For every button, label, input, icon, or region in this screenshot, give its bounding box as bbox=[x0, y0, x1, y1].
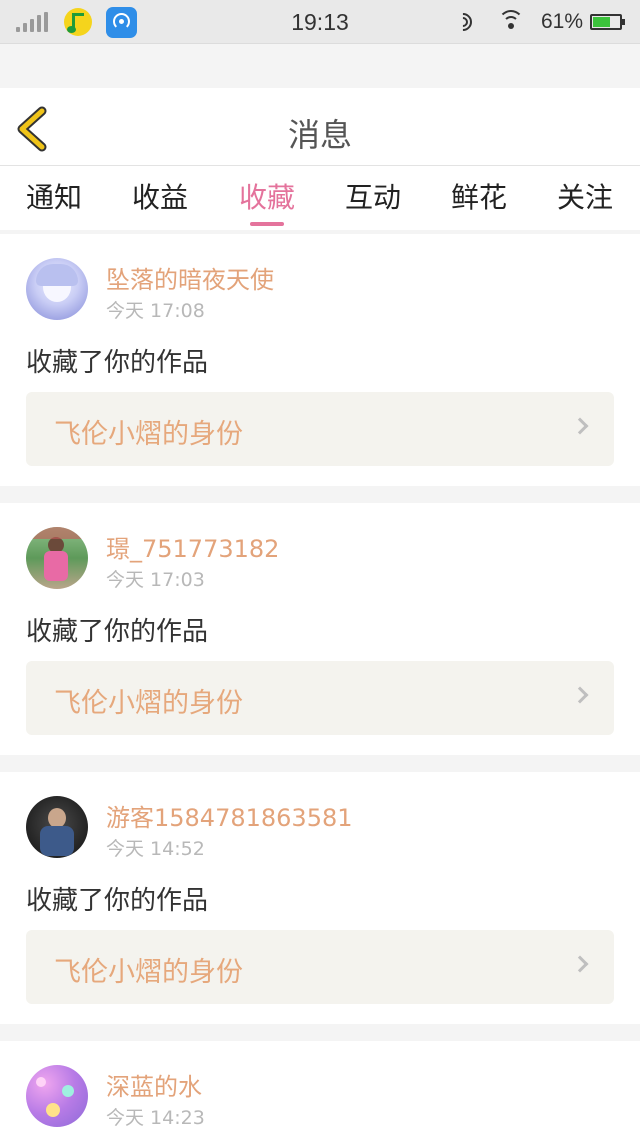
username[interactable]: 游客1584781863581 bbox=[106, 798, 353, 833]
action-text: 收藏了你的作品 bbox=[26, 886, 209, 916]
work-title: 飞伦小熠的身份 bbox=[54, 688, 243, 719]
work-link[interactable]: 飞伦小熠的身份 bbox=[26, 392, 614, 466]
page-title: 消息 bbox=[287, 116, 352, 154]
action-text: 收藏了你的作品 bbox=[26, 348, 209, 378]
app-header: 消息 bbox=[0, 88, 640, 166]
tab-earnings[interactable]: 收益 bbox=[115, 176, 205, 216]
status-bar: 19:13 61% bbox=[0, 0, 640, 44]
work-link[interactable]: 飞伦小熠的身份 bbox=[26, 661, 614, 735]
wifi-icon bbox=[498, 10, 524, 32]
battery-percent: 61% bbox=[541, 10, 584, 33]
work-title: 飞伦小熠的身份 bbox=[54, 957, 243, 988]
tab-flowers[interactable]: 鲜花 bbox=[434, 176, 524, 216]
chevron-right-icon bbox=[571, 955, 589, 973]
timestamp: 今天 14:23 bbox=[106, 1107, 205, 1129]
tab-bar: 通知 收益 收藏 互动 鲜花 关注 bbox=[0, 166, 640, 230]
tab-notifications[interactable]: 通知 bbox=[9, 176, 99, 216]
avatar[interactable] bbox=[26, 258, 88, 320]
action-text: 收藏了你的作品 bbox=[26, 617, 209, 647]
work-title: 飞伦小熠的身份 bbox=[54, 419, 243, 450]
battery-icon bbox=[590, 14, 625, 30]
username[interactable]: 坠落的暗夜天使 bbox=[106, 260, 274, 295]
list-item: 坠落的暗夜天使 今天 17:08 收藏了你的作品 飞伦小熠的身份 bbox=[0, 234, 640, 486]
tab-interactions[interactable]: 互动 bbox=[328, 176, 418, 216]
username[interactable]: 深蓝的水 bbox=[106, 1067, 202, 1102]
timestamp: 今天 14:52 bbox=[106, 838, 205, 860]
chevron-right-icon bbox=[571, 417, 589, 435]
work-link[interactable]: 飞伦小熠的身份 bbox=[26, 930, 614, 1004]
avatar[interactable] bbox=[26, 1065, 88, 1127]
list-item: 游客1584781863581 今天 14:52 收藏了你的作品 飞伦小熠的身份 bbox=[0, 772, 640, 1024]
tab-favorites[interactable]: 收藏 bbox=[222, 176, 312, 216]
timestamp: 今天 17:03 bbox=[106, 569, 205, 591]
username[interactable]: 璟_751773182 bbox=[106, 529, 279, 564]
nfc-icon bbox=[450, 9, 476, 35]
tab-follows[interactable]: 关注 bbox=[540, 176, 630, 216]
avatar[interactable] bbox=[26, 527, 88, 589]
timestamp: 今天 17:08 bbox=[106, 300, 205, 322]
list-item: 深蓝的水 今天 14:23 bbox=[0, 1041, 640, 1138]
avatar[interactable] bbox=[26, 796, 88, 858]
list-item: 璟_751773182 今天 17:03 收藏了你的作品 飞伦小熠的身份 bbox=[0, 503, 640, 755]
chevron-right-icon bbox=[571, 686, 589, 704]
active-tab-indicator bbox=[250, 222, 284, 226]
